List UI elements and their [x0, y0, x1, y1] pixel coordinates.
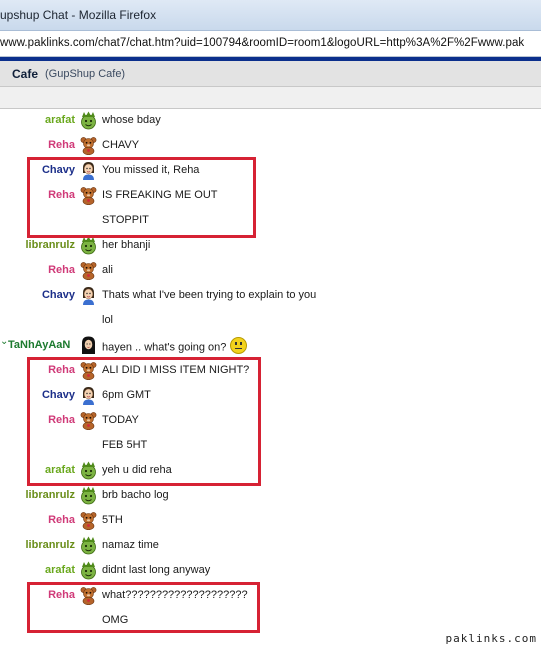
chat-message-text: lol [102, 314, 113, 326]
chat-message-text-content: hayen .. what's going on? [102, 341, 227, 354]
highlight-box-1 [27, 157, 256, 238]
chat-username[interactable]: Reha [48, 514, 75, 526]
chat-username[interactable]: TaNhAyAaN [8, 339, 70, 351]
highlight-box-2 [27, 357, 261, 486]
dark-hair-avatar-icon [80, 336, 97, 355]
chat-message: lol [0, 309, 541, 334]
chat-username[interactable]: arafat [45, 114, 75, 126]
neutral-smiley-icon [230, 337, 248, 354]
chat-username[interactable]: libranrulz [25, 539, 75, 551]
chat-username[interactable]: Reha [48, 264, 75, 276]
chat-username[interactable]: arafat [45, 564, 75, 576]
chat-username[interactable]: Reha [48, 139, 75, 151]
chat-message-text-content: whose bday [102, 114, 161, 126]
chat-message-text-content: ali [102, 264, 114, 276]
green-face-icon [80, 111, 97, 130]
chat-message-text: hayen .. what's going on? [102, 337, 248, 356]
window-titlebar: upshup Chat - Mozilla Firefox [0, 0, 541, 31]
chat-message-text: brb bacho log [102, 489, 169, 501]
green-face-icon [80, 536, 97, 555]
chat-toolbar [0, 87, 541, 109]
teddy-bear-icon [80, 136, 97, 156]
teddy-bear-icon [80, 261, 97, 281]
green-face-icon [80, 236, 97, 255]
chat-message: arafat didnt last long anyway [0, 559, 541, 584]
chat-message: Reha 5TH [0, 509, 541, 534]
chat-message: Reha CHAVY [0, 134, 541, 159]
chat-username[interactable]: libranrulz [25, 239, 75, 251]
chat-message: arafat whose bday [0, 109, 541, 134]
chat-message: Chavy Thats what I've been trying to expl… [0, 284, 541, 309]
teddy-bear-icon [80, 511, 97, 531]
chat-message-text-content: CHAVY [102, 139, 140, 151]
chat-username[interactable]: Chavy [42, 289, 75, 301]
room-subtitle: (GupShup Cafe) [45, 68, 126, 80]
chat-message: libranrulz namaz time [0, 534, 541, 559]
chat-message: libranrulz brb bacho log [0, 484, 541, 509]
watermark: paklinks.com [445, 632, 537, 645]
window-title: upshup Chat - Mozilla Firefox [0, 8, 157, 22]
green-face-icon [80, 486, 97, 505]
chat-message-text-content: Thats what I've been trying to explain t… [102, 289, 317, 301]
address-bar[interactable]: www.paklinks.com/chat7/chat.htm?uid=1007… [0, 31, 541, 57]
chat-message-text: CHAVY [102, 139, 139, 151]
chat-message: ⌄ TaNhAyAaN hayen .. what's going on? [0, 334, 541, 359]
chat-message-text: didnt last long anyway [102, 564, 210, 576]
chat-message-text-content: didnt last long anyway [102, 564, 211, 576]
room-header: Cafe (GupShup Cafe) [0, 61, 541, 87]
chat-message-text: her bhanji [102, 239, 150, 251]
chat-message-text: ali [102, 264, 113, 276]
address-url[interactable]: www.paklinks.com/chat7/chat.htm?uid=1007… [0, 37, 524, 49]
chat-message-text: Thats what I've been trying to explain t… [102, 289, 316, 301]
chat-message-text-content: lol [102, 314, 114, 326]
chat-message-text-content: her bhanji [102, 239, 151, 251]
green-face-icon [80, 561, 97, 580]
chat-message-text-content: namaz time [102, 539, 159, 551]
chat-message-text-content: brb bacho log [102, 489, 169, 501]
highlight-box-3 [27, 582, 260, 633]
chat-message-text: 5TH [102, 514, 123, 526]
chat-message-text: whose bday [102, 114, 161, 126]
room-name: Cafe [12, 67, 39, 81]
chat-message-text-content: 5TH [102, 514, 123, 526]
chat-message: Reha ali [0, 259, 541, 284]
chat-message-text: namaz time [102, 539, 159, 551]
girl-avatar-icon [80, 286, 97, 305]
chat-username[interactable]: libranrulz [25, 489, 75, 501]
